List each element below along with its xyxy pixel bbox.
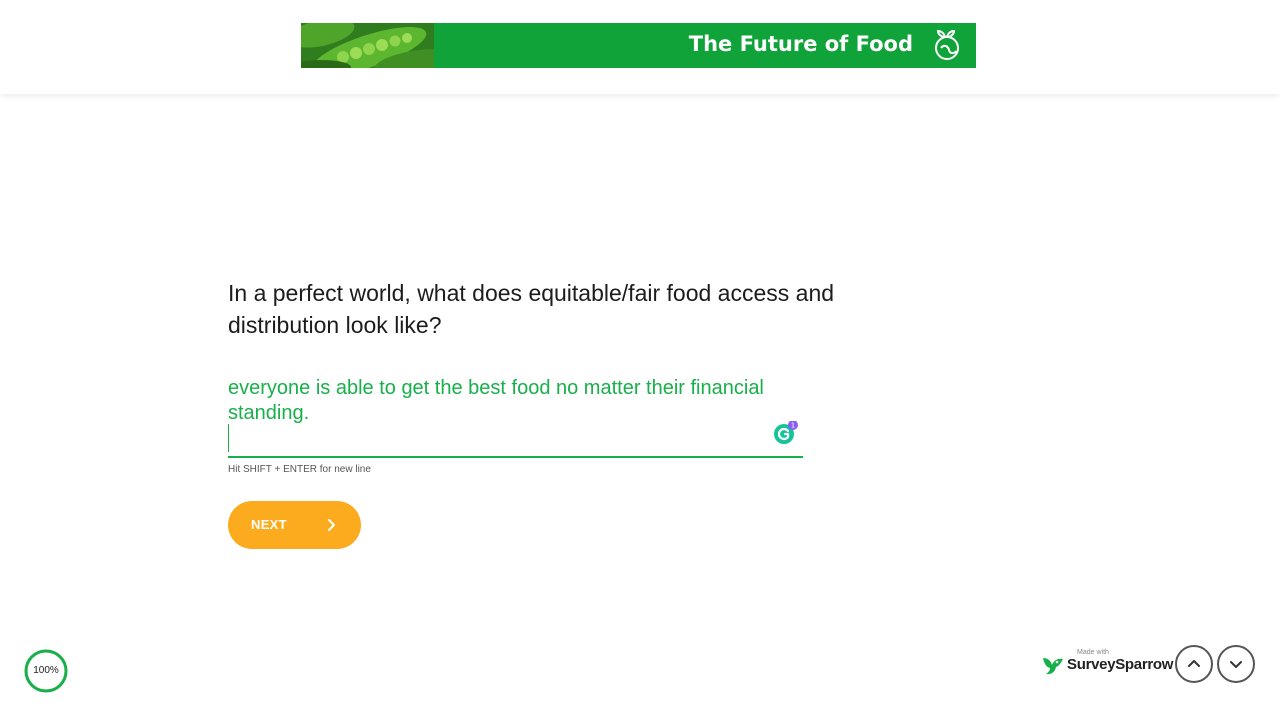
- question-text: In a perfect world, what does equitable/…: [228, 280, 835, 338]
- sprout-globe-icon: [931, 28, 965, 62]
- grammarly-icon[interactable]: 1: [773, 420, 798, 445]
- previous-question-button[interactable]: [1175, 645, 1213, 683]
- progress-indicator: 100%: [23, 648, 69, 694]
- next-question-button[interactable]: [1217, 645, 1255, 683]
- surveysparrow-logo-icon: [1042, 654, 1064, 676]
- peas-pod-image: [301, 23, 453, 68]
- chevron-up-icon: [1188, 660, 1200, 667]
- answer-underline: [228, 456, 803, 458]
- chevron-down-icon: [1230, 661, 1242, 668]
- banner-title: The Future of Food: [688, 32, 913, 56]
- progress-label: 100%: [33, 665, 59, 676]
- header: The Future of Food: [0, 0, 1280, 94]
- banner: The Future of Food: [301, 23, 976, 68]
- grammarly-badge-count: 1: [791, 422, 795, 430]
- input-hint: Hit SHIFT + ENTER for new line: [228, 464, 371, 475]
- next-button-label: NEXT: [251, 517, 287, 532]
- answer-textarea[interactable]: everyone is able to get the best food no…: [228, 376, 798, 426]
- chevron-right-icon: [324, 518, 338, 532]
- surveysparrow-branding[interactable]: Made with SurveySparrow: [1042, 648, 1174, 680]
- brand-name: SurveySparrow: [1067, 656, 1174, 673]
- text-caret: [228, 424, 229, 452]
- next-button[interactable]: NEXT: [228, 501, 361, 549]
